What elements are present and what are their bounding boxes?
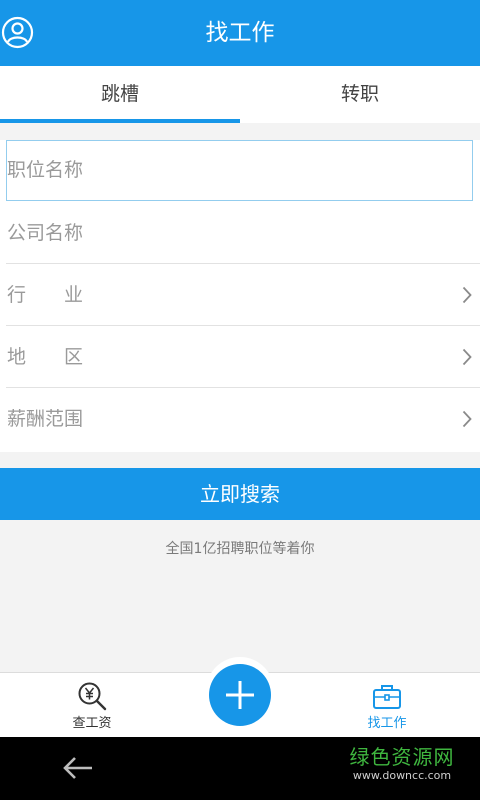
salary-range-selector[interactable]: 薪酬范围 xyxy=(0,388,480,450)
position-name-input[interactable]: 职位名称 xyxy=(6,140,473,201)
active-tab-indicator xyxy=(0,119,240,123)
add-button[interactable] xyxy=(209,664,271,726)
page-title: 找工作 xyxy=(205,20,275,46)
nav-check-salary[interactable]: 查工资 xyxy=(32,673,152,738)
nav-find-job-label: 找工作 xyxy=(367,716,407,731)
region-selector[interactable]: 地 区 xyxy=(0,326,480,388)
watermark-url: www.downcc.com xyxy=(352,769,452,782)
nav-find-job[interactable]: 找工作 xyxy=(327,673,447,738)
nav-check-salary-label: 查工资 xyxy=(72,716,112,731)
tab-job-hopping[interactable]: 跳槽 xyxy=(0,66,240,123)
briefcase-icon xyxy=(373,685,401,709)
industry-label: 行 业 xyxy=(7,284,84,306)
back-arrow-icon[interactable] xyxy=(62,755,94,781)
chevron-right-icon xyxy=(462,286,472,304)
search-form: 职位名称 公司名称 行 业 地 区 薪酬范围 xyxy=(0,140,480,452)
company-name-placeholder: 公司名称 xyxy=(7,222,84,244)
app-header: 找工作 xyxy=(0,0,480,66)
watermark-brand: 绿色资源网 xyxy=(349,745,455,769)
tab-career-change[interactable]: 转职 xyxy=(240,66,480,123)
chevron-right-icon xyxy=(462,348,472,366)
tab-bar: 跳槽 转职 xyxy=(0,66,480,123)
position-name-placeholder: 职位名称 xyxy=(7,159,84,181)
yen-search-icon xyxy=(78,682,107,711)
salary-range-label: 薪酬范围 xyxy=(7,408,84,430)
chevron-right-icon xyxy=(462,410,472,428)
industry-selector[interactable]: 行 业 xyxy=(0,264,480,326)
region-label: 地 区 xyxy=(7,346,84,368)
plus-icon xyxy=(226,681,254,709)
company-name-input[interactable]: 公司名称 xyxy=(0,202,480,264)
search-now-button[interactable]: 立即搜索 xyxy=(0,468,480,520)
promo-hint: 全国1亿招聘职位等着你 xyxy=(165,541,315,557)
watermark: 绿色资源网 www.downcc.com xyxy=(344,745,460,783)
